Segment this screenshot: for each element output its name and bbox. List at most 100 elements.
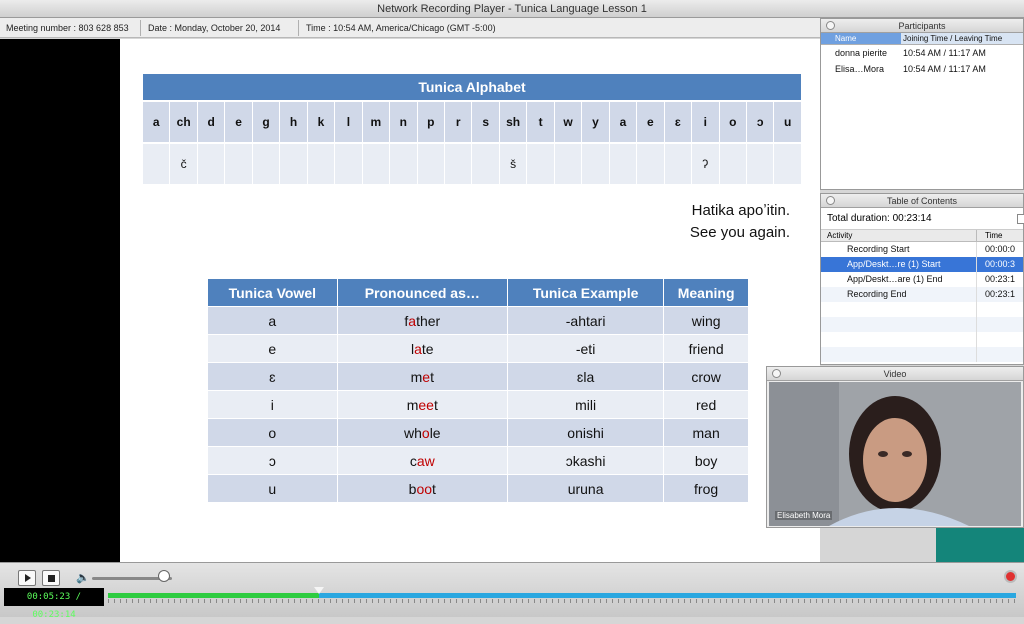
pronunciation-cell: late	[336, 334, 508, 363]
farewell-line-1: Hatika apoʼitin.	[691, 202, 790, 219]
alphabet-alternate	[774, 144, 801, 184]
participant-row[interactable]: donna pierite 10:54 AM / 11:17 AM	[821, 45, 1023, 61]
table-row: i meet mili red	[207, 390, 749, 419]
meeting-date: Date : Monday, October 20, 2014	[148, 23, 281, 33]
panel-close-icon[interactable]	[826, 196, 835, 205]
alphabet-letter: e	[637, 102, 665, 142]
panel-close-icon[interactable]	[826, 21, 835, 30]
alphabet-letter: a	[143, 102, 171, 142]
toc-row[interactable]: Recording Start 00:00:0	[821, 242, 1023, 257]
alphabet-alternate	[444, 144, 473, 184]
toc-activity: Recording Start	[821, 242, 977, 257]
alphabet-letter: g	[252, 102, 281, 142]
toc-activity: App/Deskt…are (1) End	[821, 272, 977, 287]
video-participant-name: Elisabeth Mora	[775, 511, 833, 520]
alphabet-letter: u	[774, 102, 801, 142]
alphabet-alternate: ʔ	[692, 144, 720, 184]
alphabet-letter: h	[280, 102, 308, 142]
toc-time: 00:23:1	[985, 274, 1016, 284]
toc-row[interactable]: App/Deskt…are (1) End 00:23:1	[821, 272, 1023, 287]
vowel-cell: e	[207, 334, 338, 363]
alphabet-letter: o	[719, 102, 747, 142]
alphabet-alternate	[225, 144, 253, 184]
alphabet-alternate	[280, 144, 308, 184]
toc-row[interactable]: App/Deskt…re (1) Start 00:00:3	[821, 257, 1023, 272]
alphabet-alternate	[197, 144, 226, 184]
pronunciation-cell: caw	[336, 446, 508, 475]
timeline-remaining	[319, 593, 1016, 598]
pronunciation-cell: boot	[336, 474, 508, 503]
vowel-table: Tunica Vowel Pronounced as… Tunica Example…	[207, 278, 749, 503]
toc-col-activity[interactable]: Activity	[821, 230, 977, 241]
video-title: Video	[767, 367, 1023, 381]
alphabet-alternate	[307, 144, 336, 184]
record-indicator-icon	[1004, 570, 1017, 583]
alphabet-alternate	[143, 144, 171, 184]
alphabet-alternate	[362, 144, 391, 184]
alphabet-alternate	[335, 144, 363, 184]
alphabet-alternate: č	[170, 144, 198, 184]
table-row: ɔ caw ɔkashi boy	[207, 446, 749, 475]
alphabet-alternate	[582, 144, 610, 184]
toc-empty-row	[821, 317, 1023, 332]
time-display: 00:05:23 / 00:23:14	[4, 588, 104, 620]
vowel-table-header: Tunica Vowel	[207, 278, 338, 307]
example-cell: -ahtari	[506, 306, 665, 335]
meeting-info-bar: Meeting number : 803 628 853 Date : Mond…	[0, 18, 820, 38]
toc-row[interactable]: Recording End 00:23:1	[821, 287, 1023, 302]
pronunciation-highlight: a	[408, 312, 417, 329]
stop-button[interactable]	[42, 570, 60, 586]
toc-checkbox[interactable]	[1017, 214, 1024, 224]
vowel-cell: ɛ	[207, 362, 338, 391]
participants-title: Participants	[821, 19, 1023, 33]
window-title: Network Recording Player - Tunica Langua…	[0, 0, 1024, 18]
participants-col-time[interactable]: Joining Time / Leaving Time	[901, 33, 1023, 44]
alphabet-alternate	[390, 144, 418, 184]
alphabet-letter: n	[390, 102, 418, 142]
alphabet-alternate: š	[499, 144, 528, 184]
table-row: e late -eti friend	[207, 334, 749, 363]
video-panel: Video Elisabeth Mora	[766, 366, 1024, 528]
participants-col-name[interactable]: Name ▲	[821, 33, 901, 55]
farewell-text: Hatika apoʼitin. See you again.	[640, 200, 790, 244]
alphabet-letter: a	[609, 102, 638, 142]
participant-time: 10:54 AM / 11:17 AM	[903, 48, 986, 58]
toc-time: 00:00:3	[985, 259, 1016, 269]
pronunciation-cell: whole	[336, 418, 508, 447]
vowel-table-header: Pronounced as…	[336, 278, 508, 307]
playhead-handle[interactable]	[314, 587, 324, 594]
table-row: u boot uruna frog	[207, 474, 749, 503]
alphabet-alternate	[252, 144, 281, 184]
alphabet-letter: s	[472, 102, 500, 142]
play-button[interactable]	[18, 570, 36, 586]
participant-row[interactable]: Elisa…Mora 10:54 AM / 11:17 AM	[821, 61, 1023, 77]
playback-controls: 🔈 00:05:23 / 00:23:14	[0, 562, 1024, 620]
example-cell: ɛla	[506, 362, 665, 391]
toc-col-time[interactable]: Time	[977, 230, 1023, 241]
meeting-time: Time : 10:54 AM, America/Chicago (GMT -5…	[306, 23, 496, 33]
meaning-cell: wing	[663, 306, 749, 335]
alphabet-letter: m	[362, 102, 391, 142]
meaning-cell: red	[663, 390, 749, 419]
webcam-feed: Elisabeth Mora	[769, 382, 1021, 526]
alphabet-letter: y	[582, 102, 610, 142]
pronunciation-highlight: e	[422, 368, 431, 385]
alphabet-alternate	[664, 144, 693, 184]
volume-knob[interactable]	[158, 570, 170, 582]
toc-activity: Recording End	[821, 287, 977, 302]
timeline-scrubber[interactable]	[108, 587, 1016, 604]
alphabet-letters-row: a ch d e g h k l m n p r s sh t w y a e ɛ i o ɔ u	[143, 102, 801, 142]
farewell-line-2: See you again.	[689, 224, 790, 241]
vowel-table-header: Meaning	[663, 278, 749, 307]
alphabet-letter: p	[417, 102, 445, 142]
alphabet-letter: k	[307, 102, 336, 142]
participant-name: donna pierite	[835, 48, 888, 58]
toc-empty-row	[821, 332, 1023, 347]
table-row: o whole onishi man	[207, 418, 749, 447]
alphabet-title: Tunica Alphabet	[143, 74, 801, 100]
pronunciation-cell: met	[336, 362, 508, 391]
meeting-number: Meeting number : 803 628 853	[6, 23, 129, 33]
pronunciation-highlight: ee	[418, 396, 434, 413]
toc-time: 00:00:0	[985, 244, 1016, 254]
panel-close-icon[interactable]	[772, 369, 781, 378]
